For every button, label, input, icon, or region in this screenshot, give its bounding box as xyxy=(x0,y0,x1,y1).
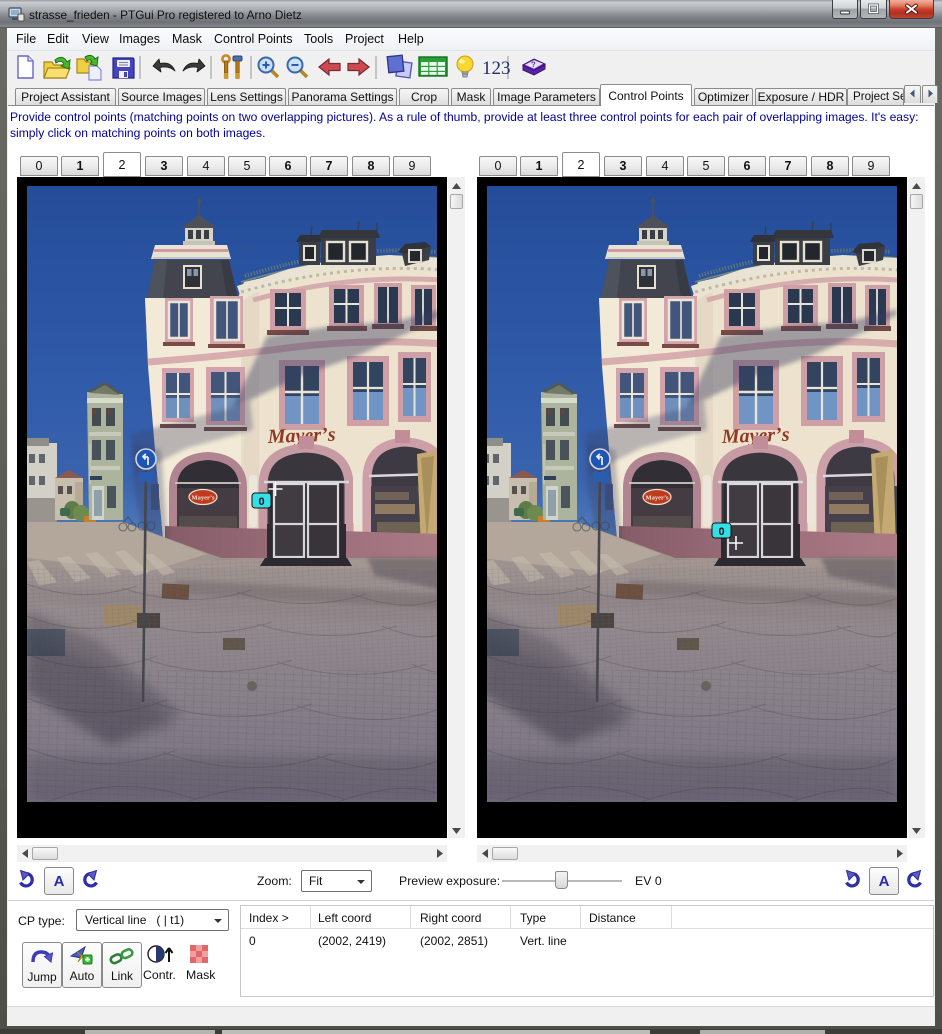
svg-text:0: 0 xyxy=(258,496,264,508)
svg-text:123: 123 xyxy=(482,58,511,79)
svg-text:0: 0 xyxy=(718,526,724,538)
svg-text:?: ? xyxy=(531,60,537,69)
